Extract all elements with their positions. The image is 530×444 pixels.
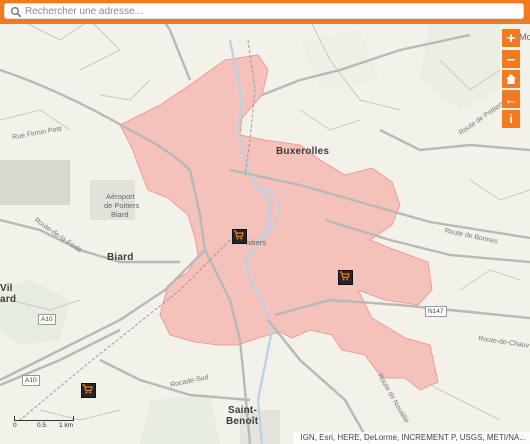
basemap	[0, 0, 530, 444]
search-input[interactable]	[25, 4, 520, 18]
shopping-cart-icon	[82, 384, 93, 394]
scale-tick-05: 0.5	[37, 422, 47, 429]
label-biard: Biard	[107, 252, 134, 263]
label-aeroport-3: Biard	[111, 210, 129, 219]
shopping-cart-icon	[339, 271, 350, 281]
label-aeroport-2: de Poitiers	[104, 201, 140, 210]
shopping-cart-marker-2[interactable]	[338, 270, 353, 285]
label-aeroport-1: Aéroport	[106, 192, 135, 201]
map-canvas[interactable]: Buxerolles Biard Saint- Benoît oitiers A…	[0, 0, 530, 444]
scale-bar: 0 0.5 1 km	[13, 414, 74, 430]
label-saint-benoit-1: Saint-	[228, 405, 257, 416]
label-vil: Vil	[0, 283, 13, 294]
scale-tick-1km: 1 km	[59, 422, 74, 429]
shopping-cart-icon	[233, 230, 244, 240]
back-button[interactable]: ←	[502, 90, 520, 108]
label-buxerolles: Buxerolles	[276, 146, 330, 157]
label-ard: ard	[0, 294, 17, 305]
shopping-cart-marker-1[interactable]	[232, 229, 247, 244]
map-attribution: IGN, Esri, HERE, DeLorme, INCREMENT P, U…	[294, 432, 530, 444]
shield-a10-b: A10	[22, 375, 40, 386]
label-mo: Mo	[519, 32, 530, 42]
home-button[interactable]	[502, 70, 520, 88]
info-button[interactable]: i	[502, 110, 520, 128]
shopping-cart-marker-3[interactable]	[81, 383, 96, 398]
zoom-out-button[interactable]: –	[502, 50, 520, 68]
zoom-in-button[interactable]: +	[502, 29, 520, 47]
label-saint-benoit-2: Benoît	[226, 416, 259, 427]
search-bar	[0, 0, 530, 24]
scale-tick-0: 0	[13, 422, 17, 429]
search-icon	[11, 7, 22, 18]
shield-a10-a: A10	[38, 314, 56, 325]
shield-n147: N147	[425, 306, 447, 317]
home-icon	[506, 74, 516, 84]
scale-line	[14, 416, 74, 421]
label-poitiers: oitiers	[246, 238, 267, 247]
search-box[interactable]	[4, 3, 524, 19]
